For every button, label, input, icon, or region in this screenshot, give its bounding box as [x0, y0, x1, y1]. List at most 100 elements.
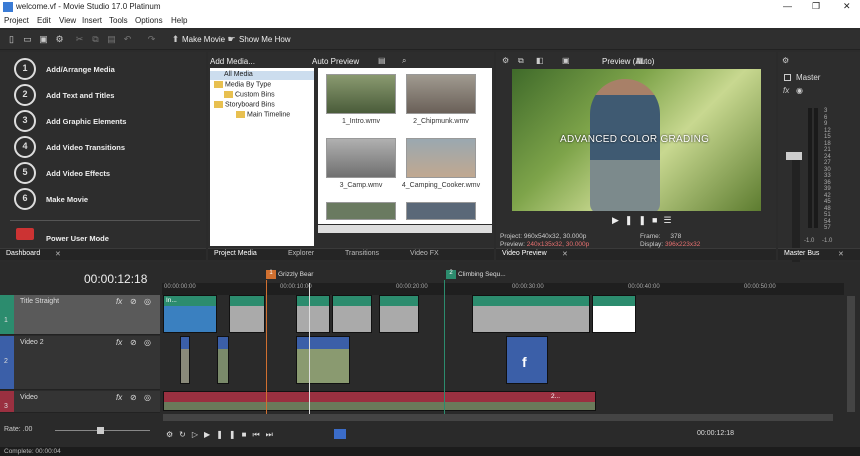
- guide-item-add-arrange-media[interactable]: 1 Add/Arrange Media: [0, 56, 206, 82]
- mute-icon[interactable]: ⊘: [130, 338, 137, 347]
- new-icon[interactable]: ▯: [6, 34, 17, 45]
- media-thumbnail[interactable]: [406, 74, 476, 114]
- solo-icon[interactable]: ◎: [144, 338, 151, 347]
- gear-icon[interactable]: ⚙: [54, 34, 65, 45]
- guide-item-add-effects[interactable]: 5 Add Video Effects: [0, 160, 206, 186]
- mute-icon[interactable]: ⊘: [130, 297, 137, 306]
- timeline-clip[interactable]: [296, 336, 350, 384]
- normal-edit-tool[interactable]: [334, 429, 346, 439]
- menu-insert[interactable]: Insert: [82, 16, 102, 25]
- copy-icon[interactable]: ⧉: [90, 34, 101, 45]
- track-header-video[interactable]: 3 Video fx ⊘ ◎: [0, 391, 160, 413]
- timeline-clip[interactable]: [379, 295, 419, 333]
- tab-dashboard[interactable]: Dashboard: [6, 250, 40, 257]
- redo-icon[interactable]: ↷: [146, 34, 157, 45]
- guide-item-add-transitions[interactable]: 4 Add Video Transitions: [0, 134, 206, 160]
- timeline-clip[interactable]: [472, 295, 590, 333]
- media-thumbnail[interactable]: [406, 138, 476, 178]
- close-icon[interactable]: ✕: [562, 250, 568, 258]
- play-icon[interactable]: ▶: [612, 215, 625, 225]
- fx-icon[interactable]: fx: [116, 393, 122, 402]
- maximize-icon[interactable]: ❐: [812, 1, 820, 12]
- track-header-video-2[interactable]: 2 Video 2 fx ⊘ ◎: [0, 336, 160, 390]
- marker-1[interactable]: 1: [266, 270, 276, 279]
- copy-icon[interactable]: ⧉: [518, 56, 524, 66]
- timeline-clip[interactable]: [296, 295, 330, 333]
- cut-icon[interactable]: ✂: [74, 34, 85, 45]
- grid-icon[interactable]: ▦: [636, 56, 644, 65]
- media-thumbnail[interactable]: [326, 74, 396, 114]
- stop-icon[interactable]: ■: [652, 215, 663, 225]
- media-thumbnail[interactable]: [326, 138, 396, 178]
- make-movie-button[interactable]: Make Movie: [182, 35, 225, 44]
- timeline-clip[interactable]: f: [506, 336, 548, 384]
- guide-item-add-text[interactable]: 2 Add Text and Titles: [0, 82, 206, 108]
- solo-icon[interactable]: ◎: [144, 297, 151, 306]
- guide-item-make-movie[interactable]: 6 Make Movie: [0, 186, 206, 212]
- auto-preview-button[interactable]: Auto Preview: [312, 57, 359, 66]
- timeline-clip[interactable]: [180, 336, 190, 384]
- tree-item-all-media[interactable]: All Media: [224, 71, 253, 78]
- stop-icon[interactable]: ■: [242, 430, 253, 439]
- play-icon[interactable]: ▶: [204, 430, 216, 439]
- pause-icon[interactable]: ❚❚: [216, 430, 241, 439]
- fx-icon[interactable]: fx: [783, 86, 789, 95]
- menu-options[interactable]: Options: [135, 16, 163, 25]
- tree-item-media-by-type[interactable]: Media By Type: [214, 81, 271, 88]
- fx-icon[interactable]: fx: [116, 338, 122, 347]
- tab-video-fx[interactable]: Video FX: [410, 250, 439, 257]
- tab-video-preview[interactable]: Video Preview: [502, 250, 547, 257]
- timeline-clip[interactable]: [217, 336, 229, 384]
- close-icon[interactable]: ✕: [55, 250, 61, 258]
- loop-icon[interactable]: ↻: [179, 430, 192, 439]
- media-thumbnail[interactable]: [406, 202, 476, 220]
- menu-view[interactable]: View: [59, 16, 76, 25]
- master-checkbox[interactable]: [784, 74, 791, 81]
- close-icon[interactable]: ✕: [838, 250, 844, 258]
- tab-explorer[interactable]: Explorer: [288, 250, 314, 257]
- tree-item-custom-bins[interactable]: Custom Bins: [224, 91, 275, 98]
- timeline-clip[interactable]: [592, 295, 636, 333]
- marker-2[interactable]: 2: [446, 270, 456, 279]
- make-movie-icon[interactable]: ⬆: [170, 34, 181, 45]
- go-to-end-icon[interactable]: ⏭: [266, 430, 279, 439]
- split-icon[interactable]: ◧: [536, 56, 544, 65]
- track-header-title[interactable]: 1 Title Straight fx ⊘ ◎: [0, 295, 160, 335]
- open-icon[interactable]: ▭: [22, 34, 33, 45]
- guide-item-add-graphics[interactable]: 3 Add Graphic Elements: [0, 108, 206, 134]
- rate-slider-handle[interactable]: [97, 427, 104, 434]
- tree-item-storyboard-bins[interactable]: Storyboard Bins: [214, 101, 275, 108]
- tab-master-bus[interactable]: Master Bus: [784, 250, 819, 257]
- master-settings-icon[interactable]: ◉: [796, 86, 803, 95]
- timeline-clip[interactable]: In...: [163, 295, 217, 333]
- menu-project[interactable]: Project: [4, 16, 29, 25]
- gear-icon[interactable]: ⚙: [782, 56, 789, 65]
- show-me-how-icon[interactable]: ☛: [226, 34, 237, 45]
- close-icon[interactable]: ✕: [843, 1, 851, 12]
- paste-icon[interactable]: ▤: [106, 34, 117, 45]
- timeline-scrollbar[interactable]: [163, 414, 833, 421]
- timeline-clip[interactable]: [229, 295, 265, 333]
- undo-icon[interactable]: ↶: [122, 34, 133, 45]
- media-thumbnail[interactable]: [326, 202, 396, 220]
- settings-icon[interactable]: ⚙: [166, 430, 179, 439]
- menu-icon[interactable]: ☰: [663, 215, 677, 225]
- pause-icon[interactable]: ❚❚: [625, 215, 652, 225]
- menu-help[interactable]: Help: [171, 16, 187, 25]
- tree-item-main-timeline[interactable]: Main Timeline: [236, 111, 290, 118]
- preview-quality-dropdown[interactable]: Preview (Auto): [602, 57, 654, 66]
- save-icon[interactable]: ▣: [38, 34, 49, 45]
- fx-icon[interactable]: fx: [116, 297, 122, 306]
- timeline-ruler[interactable]: 00:00:00:00 00:00:10:00 00:00:20:00 00:0…: [162, 283, 844, 295]
- tab-transitions[interactable]: Transitions: [345, 250, 379, 257]
- timeline-clip[interactable]: [332, 295, 372, 333]
- playhead[interactable]: [309, 283, 310, 414]
- play-from-start-icon[interactable]: ▷: [192, 430, 204, 439]
- media-scrollbar[interactable]: [318, 225, 492, 233]
- menu-tools[interactable]: Tools: [109, 16, 128, 25]
- add-media-button[interactable]: Add Media...: [210, 57, 255, 66]
- show-me-how-button[interactable]: Show Me How: [239, 35, 291, 44]
- gear-icon[interactable]: ⚙: [502, 56, 509, 65]
- mute-icon[interactable]: ⊘: [130, 393, 137, 402]
- power-user-mode-button[interactable]: Power User Mode: [0, 224, 206, 250]
